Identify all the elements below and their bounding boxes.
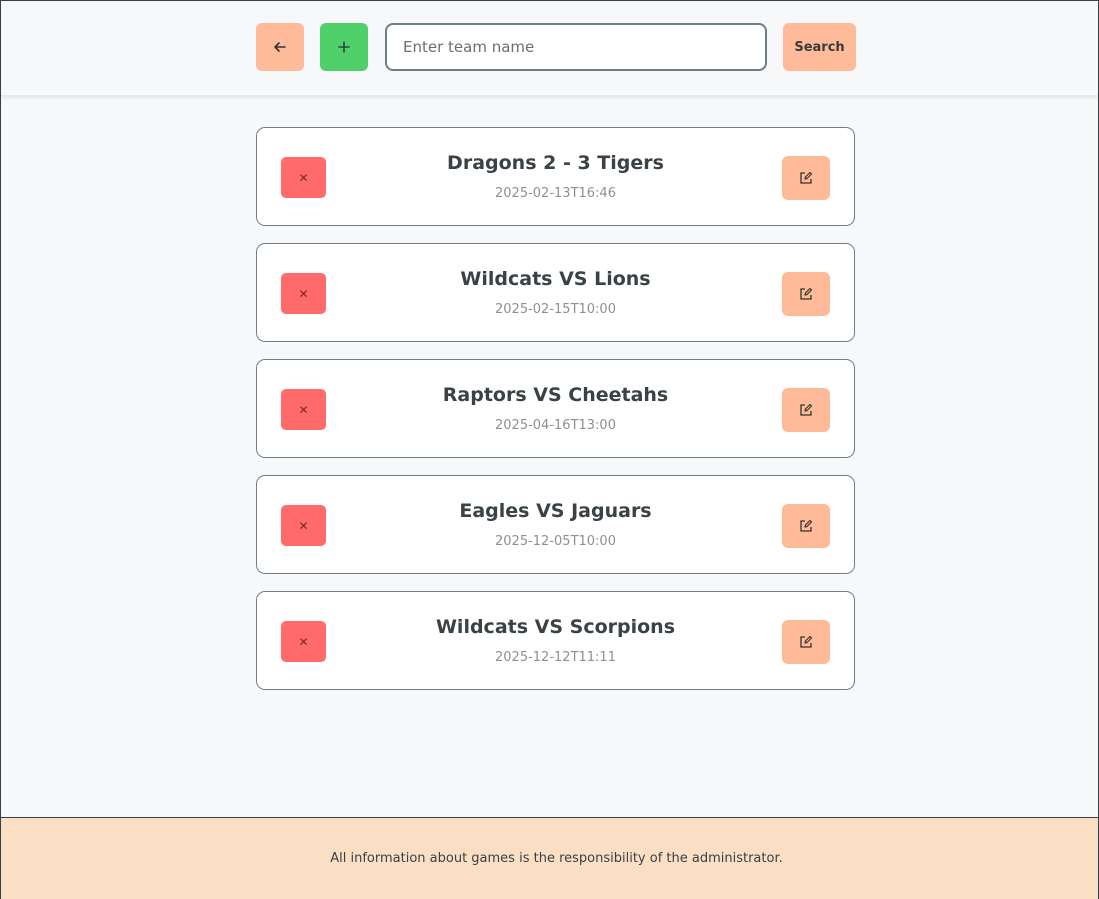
game-card: ✕ Wildcats VS Lions 2025-02-15T10:00 [256,243,855,342]
edit-icon [800,519,813,532]
game-date: 2025-02-13T16:46 [495,186,616,201]
delete-game-button[interactable]: ✕ [281,621,326,662]
top-toolbar: Search [1,1,1098,96]
arrow-left-icon [274,42,286,52]
close-icon: ✕ [298,402,309,417]
edit-game-button[interactable] [782,504,830,548]
edit-game-button[interactable] [782,156,830,200]
edit-icon [800,287,813,300]
search-button[interactable]: Search [783,23,856,71]
close-icon: ✕ [298,634,309,649]
game-card: ✕ Dragons 2 - 3 Tigers 2025-02-13T16:46 [256,127,855,226]
edit-icon [800,171,813,184]
game-title: Eagles VS Jaguars [459,500,652,522]
game-date: 2025-02-15T10:00 [495,302,616,317]
edit-icon [800,635,813,648]
game-card: ✕ Wildcats VS Scorpions 2025-12-12T11:11 [256,591,855,690]
close-icon: ✕ [298,518,309,533]
game-date: 2025-12-05T10:00 [495,534,616,549]
game-title: Wildcats VS Scorpions [435,616,676,638]
game-title: Raptors VS Cheetahs [442,384,669,406]
add-game-button[interactable] [320,23,368,71]
edit-game-button[interactable] [782,388,830,432]
plus-icon [338,41,350,53]
delete-game-button[interactable]: ✕ [281,505,326,546]
close-icon: ✕ [298,170,309,185]
edit-game-button[interactable] [782,620,830,664]
game-card: ✕ Raptors VS Cheetahs 2025-04-16T13:00 [256,359,855,458]
delete-game-button[interactable]: ✕ [281,273,326,314]
games-list: ✕ Dragons 2 - 3 Tigers 2025-02-13T16:46 … [256,127,857,707]
team-search-input[interactable] [385,23,767,71]
game-title: Dragons 2 - 3 Tigers [447,152,664,174]
back-button[interactable] [256,23,304,71]
edit-game-button[interactable] [782,272,830,316]
app-frame: Search ✕ Dragons 2 - 3 Tigers 2025-02-13… [0,0,1099,899]
footer: All information about games is the respo… [1,817,1098,899]
game-date: 2025-04-16T13:00 [495,418,616,433]
game-date: 2025-12-12T11:11 [495,650,616,665]
edit-icon [800,403,813,416]
delete-game-button[interactable]: ✕ [281,157,326,198]
delete-game-button[interactable]: ✕ [281,389,326,430]
game-title: Wildcats VS Lions [460,268,651,290]
close-icon: ✕ [298,286,309,301]
footer-disclaimer: All information about games is the respo… [330,851,783,866]
game-card: ✕ Eagles VS Jaguars 2025-12-05T10:00 [256,475,855,574]
